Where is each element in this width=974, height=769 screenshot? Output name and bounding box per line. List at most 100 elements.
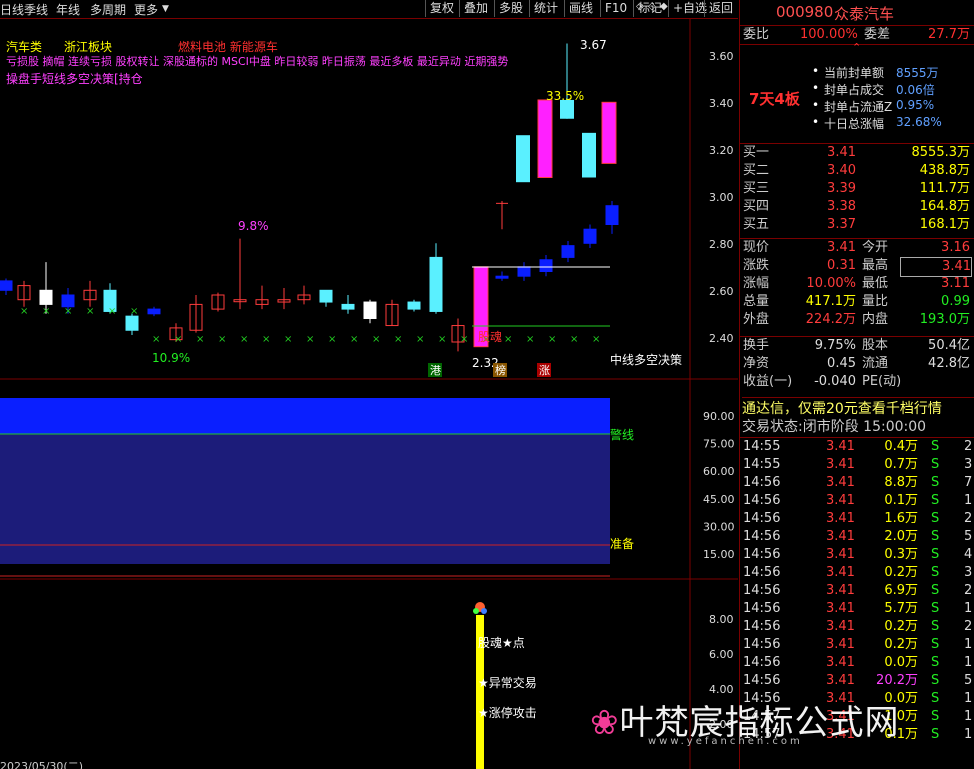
tick-row: 14:55 3.41 0.7万 S 3: [740, 456, 974, 474]
pct-109-label: 10.9%: [152, 351, 190, 365]
y-tick-main: 3.60: [709, 50, 734, 63]
seal-bullet-icon: •: [812, 64, 820, 78]
bid-row[interactable]: 买一 3.41 8555.3万: [740, 144, 974, 162]
x-marker: ×: [416, 334, 424, 345]
tab-quarterly[interactable]: 季线: [24, 1, 48, 18]
overlay-button[interactable]: 叠加: [459, 0, 492, 17]
tick-count: 1: [964, 601, 973, 616]
tick-volume: 0.1万: [884, 493, 918, 508]
draw-line-button[interactable]: 画线: [564, 0, 597, 17]
x-marker: ×: [504, 334, 512, 345]
x-marker: ×: [570, 334, 578, 345]
fund-label-2: 流通: [862, 356, 889, 371]
tick-volume: 6.9万: [884, 583, 918, 598]
tick-time: 14:56: [743, 601, 781, 616]
seal-row: • 封单占成交 0.06倍: [740, 81, 974, 98]
mark-button[interactable]: 标记: [633, 0, 666, 17]
seal-label: 封单占成交: [824, 83, 885, 97]
bid-volume: 111.7万: [919, 181, 970, 196]
tick-row: 14:56 3.41 6.9万 S 2: [740, 582, 974, 600]
quote-value: 10.00%: [806, 276, 856, 291]
quote-value-2: 0.99: [941, 294, 970, 309]
tick-count: 2: [964, 439, 973, 454]
fuquan-button[interactable]: 复权: [425, 0, 458, 17]
y-tick-main: 2.40: [709, 332, 734, 345]
y-axis-main: 3.60 3.40 3.20 3.00 2.80 2.60 2.40: [709, 50, 734, 345]
tab-multi-period[interactable]: 多周期: [90, 1, 126, 18]
tick-row: 14:56 3.41 0.1万 S 1: [740, 492, 974, 510]
date-label: 2023/05/30(二): [0, 760, 83, 769]
tag-gang: 港: [430, 364, 441, 377]
y-tick-low: 8.00: [709, 613, 734, 626]
tick-volume: 2.0万: [884, 529, 918, 544]
bid-row[interactable]: 买四 3.38 164.8万: [740, 198, 974, 216]
x-marker: ×: [196, 334, 204, 345]
tick-count: 4: [964, 547, 973, 562]
tab-daily[interactable]: 日线: [0, 1, 24, 18]
promo-banner[interactable]: 通达信，仅需20元查看千档行情: [742, 397, 974, 418]
bid-row[interactable]: 买三 3.39 111.7万: [740, 180, 974, 198]
tick-time: 14:56: [743, 637, 781, 652]
tick-row: 14:56 3.41 20.2万 S 5: [740, 672, 974, 690]
back-button[interactable]: 返回: [704, 0, 737, 17]
f10-button[interactable]: F10: [600, 0, 631, 17]
x-marker: ×: [130, 306, 138, 317]
x-marker: ×: [262, 334, 270, 345]
y-axis-mid: 90.00 75.00 60.00 45.00 30.00 15.00: [703, 410, 735, 561]
quote-label: 现价: [743, 240, 770, 255]
y-tick-main: 2.60: [709, 285, 734, 298]
quote-label: 涨跌: [743, 258, 770, 273]
quote-label-2: 最低: [862, 276, 889, 291]
tick-price: 3.41: [826, 655, 855, 670]
tick-count: 1: [964, 709, 973, 724]
candle-body: [429, 256, 443, 312]
tick-side: S: [931, 655, 940, 670]
tick-price: 3.41: [826, 637, 855, 652]
quote-value: 0.31: [827, 258, 856, 273]
x-marker: ×: [350, 334, 358, 345]
tick-volume: 8.8万: [884, 475, 918, 490]
tick-row: 14:56 3.41 5.7万 S 1: [740, 600, 974, 618]
abnormal-trade-label: ★异常交易: [478, 675, 537, 690]
stats-button[interactable]: 统计: [529, 0, 562, 17]
pct-98-label: 9.8%: [238, 219, 269, 233]
fund-label-2: 股本: [862, 338, 889, 353]
bid-row[interactable]: 买五 3.37 168.1万: [740, 216, 974, 234]
tick-count: 1: [964, 691, 973, 706]
more-dropdown-icon[interactable]: ▼: [162, 4, 169, 14]
tick-row: 14:56 3.41 0.0万 S 1: [740, 654, 974, 672]
watermark-url: www.yefanchen.com: [648, 736, 803, 747]
strategy-title: 操盘手短线多空决策[持仓: [6, 71, 143, 86]
tick-row: 14:56 3.41 0.2万 S 2: [740, 618, 974, 636]
candle-body: [495, 275, 509, 279]
tick-time: 14:56: [743, 529, 781, 544]
tag-zhang: 涨: [539, 364, 550, 377]
quote-row: 总量 417.1万 量比 0.99: [740, 293, 974, 311]
tab-more[interactable]: 更多: [134, 1, 158, 18]
weibi-value: 100.00%: [800, 27, 858, 42]
multi-stock-button[interactable]: 多股: [494, 0, 527, 17]
x-marker: ×: [548, 334, 556, 345]
candle-body: [341, 303, 355, 310]
bid-label: 买四: [743, 199, 770, 214]
quote-value: 3.41: [827, 240, 856, 255]
tick-side: S: [931, 709, 940, 724]
bid-row[interactable]: 买二 3.40 438.8万: [740, 162, 974, 180]
fund-value: 9.75%: [814, 338, 856, 353]
tick-row: 14:56 3.41 2.0万 S 5: [740, 528, 974, 546]
stock-name: 众泰汽车: [834, 5, 895, 23]
x-marker: ×: [438, 334, 446, 345]
kline-chart[interactable]: 3.60 3.40 3.20 3.00 2.80 2.60 2.40 90.00 75.00 6…: [0, 19, 738, 769]
bid-volume: 438.8万: [919, 163, 970, 178]
quote-value-2: 3.16: [941, 240, 970, 255]
x-markers: × × × × × ×× × × × × × × × × × × × × × × × × × × × ×: [20, 306, 600, 345]
x-marker: ×: [86, 306, 94, 317]
tick-list[interactable]: 14:55 3.41 0.4万 S 2 14:55 3.41 0.7万 S 3 14:56 3.41 8…: [740, 437, 974, 742]
x-marker: ×: [372, 334, 380, 345]
tick-time: 14:56: [743, 565, 781, 580]
tab-yearly[interactable]: 年线: [56, 1, 80, 18]
tick-price: 3.41: [826, 457, 855, 472]
y-tick-main: 3.00: [709, 191, 734, 204]
chevron-up-icon[interactable]: ⌃: [852, 41, 861, 54]
x-marker: ×: [174, 334, 182, 345]
